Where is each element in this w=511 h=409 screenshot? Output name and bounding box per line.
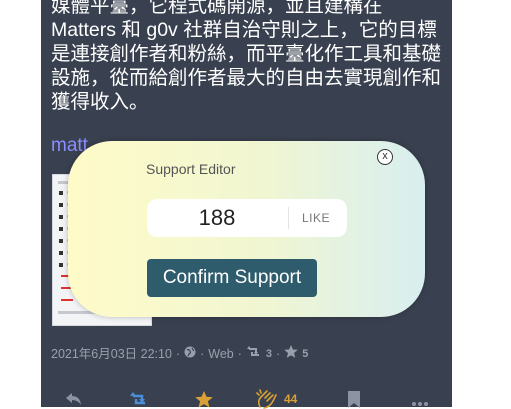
status-action-bar: 44 (41, 386, 452, 409)
status-timestamp[interactable]: 2021年6月03日 22:10 (51, 346, 172, 362)
bookmark-icon (347, 390, 361, 408)
support-popup-title: Support Editor (146, 161, 236, 177)
bookmark-button[interactable] (347, 390, 361, 408)
favourite-count: 5 (302, 347, 309, 360)
reblog-count: 3 (265, 347, 273, 360)
status-line: 是連接創作者和粉絲，而平臺化作工具和基礎 (51, 43, 442, 65)
star-icon (195, 390, 213, 408)
amount-input[interactable] (147, 199, 287, 237)
amount-unit-label: LIKE (302, 211, 331, 225)
globe-icon (184, 346, 196, 362)
reply-icon (65, 391, 83, 407)
star-count-icon (284, 345, 299, 362)
status-line: 設施，從而給創作者最大的自由去實現創作和 (51, 67, 442, 89)
status-source: Web (208, 346, 234, 361)
status-meta: 2021年6月03日 22:10 · · Web · 3 · 5 (51, 345, 309, 362)
close-button[interactable]: x (377, 149, 393, 165)
reply-button[interactable] (65, 390, 83, 408)
clap-icon (256, 389, 280, 409)
favourite-button[interactable] (195, 390, 213, 408)
more-button[interactable] (412, 390, 428, 408)
status-line: Matters 和 g0v 社群自治守則之上，它的目標 (51, 19, 437, 41)
reblog-button[interactable] (129, 390, 149, 408)
support-amount-field: LIKE (147, 199, 347, 237)
reblog-icon (129, 391, 149, 407)
support-button[interactable]: 44 (256, 389, 298, 409)
status-line: 獲得收入。 (51, 91, 149, 113)
status-content: 媒體平臺，它程式碼開源，並且建構在 Matters 和 g0v 社群自治守則之上… (51, 0, 441, 114)
more-icon (412, 391, 428, 407)
support-count: 44 (284, 392, 298, 406)
amount-divider (288, 207, 289, 229)
confirm-support-button[interactable]: Confirm Support (147, 259, 317, 297)
reblog-count-icon (246, 345, 262, 362)
status-line: 媒體平臺，它程式碼開源，並且建構在 (51, 0, 383, 17)
